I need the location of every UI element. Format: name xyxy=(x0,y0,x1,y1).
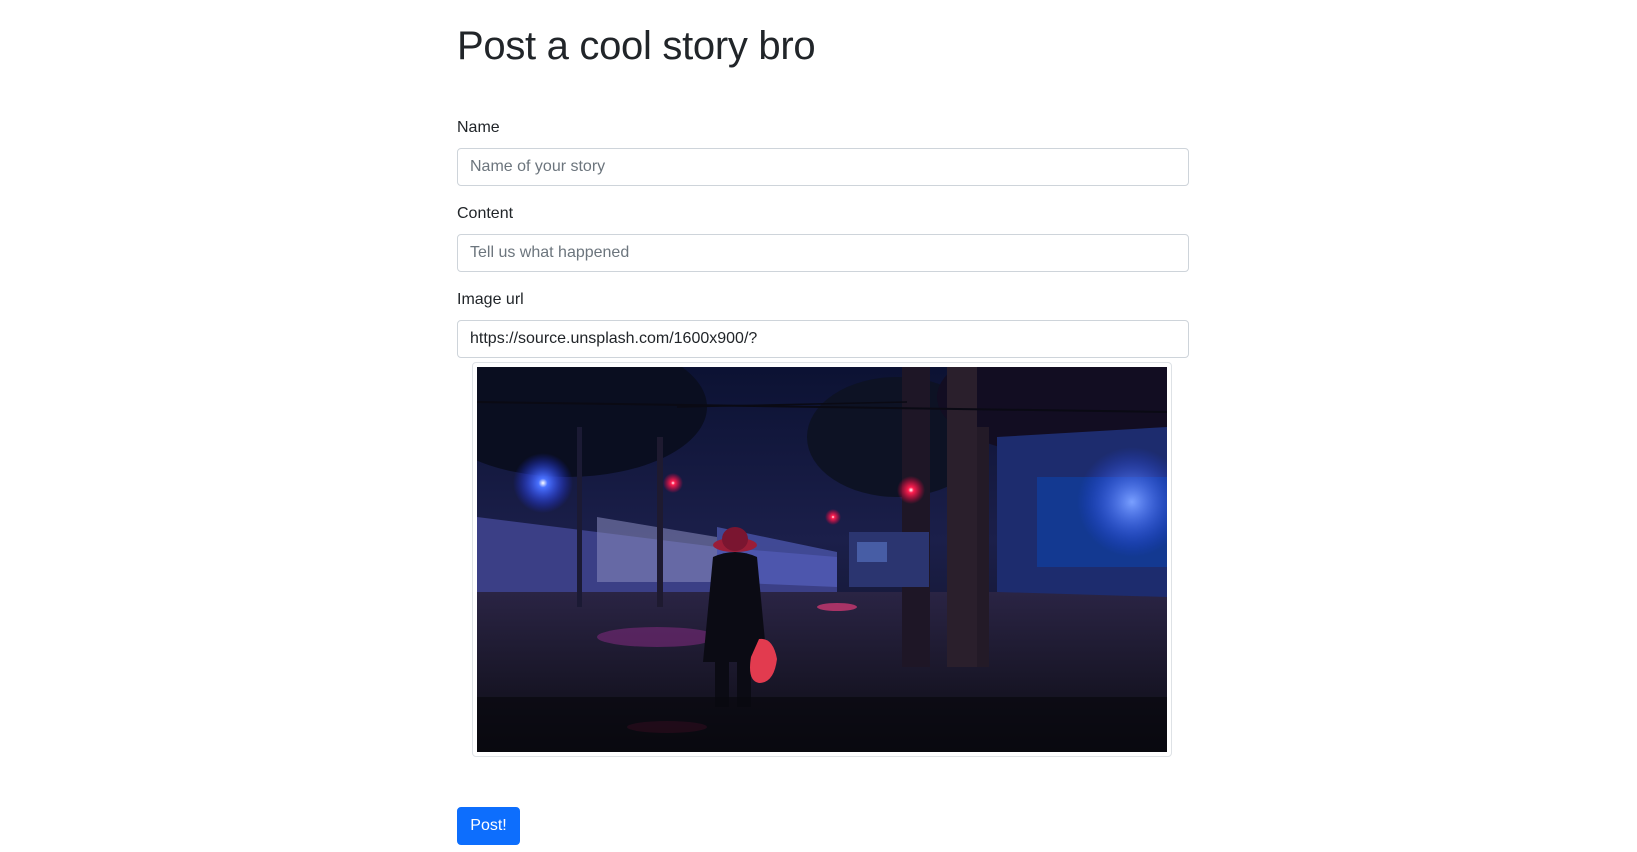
content-input[interactable] xyxy=(457,234,1189,272)
name-label: Name xyxy=(457,119,500,136)
content-label: Content xyxy=(457,205,514,222)
post-button[interactable]: Post! xyxy=(457,807,520,845)
page-title: Post a cool story bro xyxy=(457,24,816,68)
night-street-photo xyxy=(477,367,1167,752)
name-input[interactable] xyxy=(457,148,1189,186)
image-preview xyxy=(472,362,1172,757)
image-url-label: Image url xyxy=(457,291,524,308)
image-url-input[interactable] xyxy=(457,320,1189,358)
